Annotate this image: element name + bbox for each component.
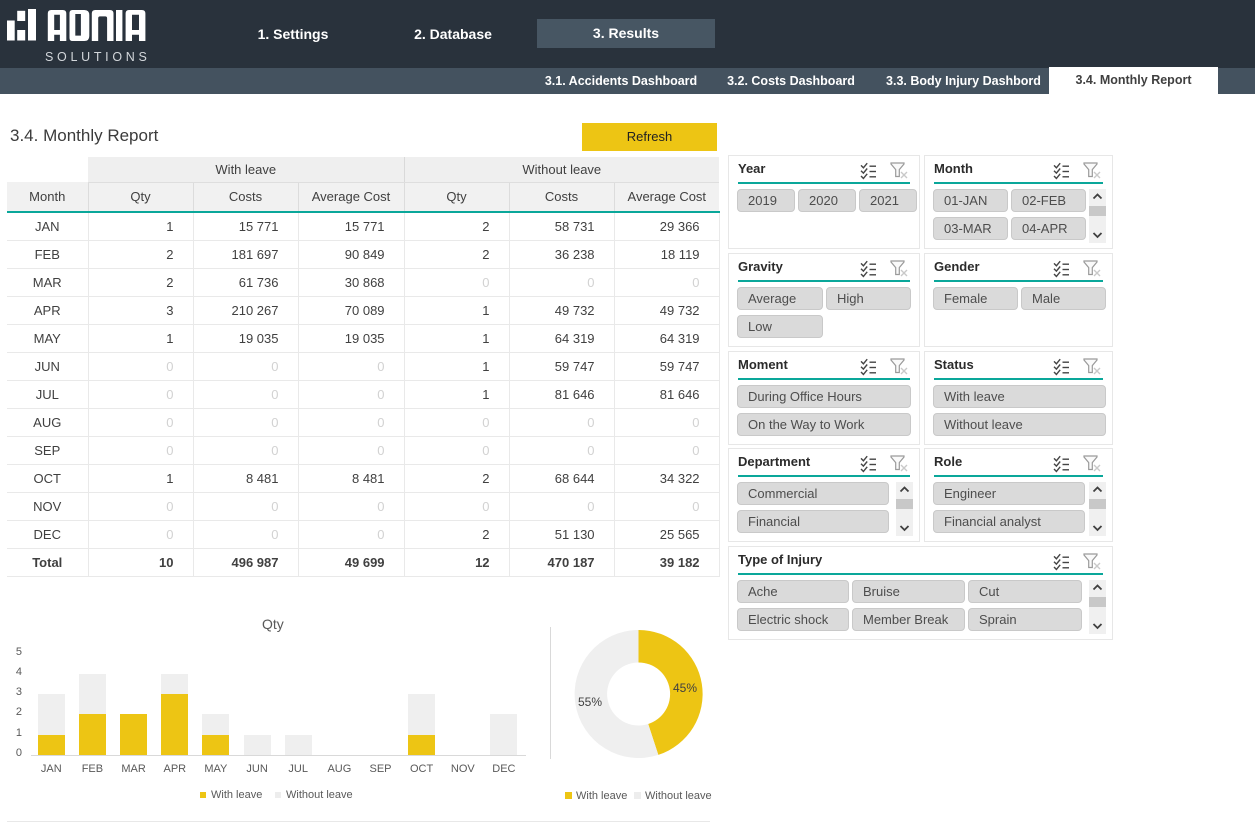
svg-text:45%: 45% (673, 681, 697, 695)
svg-text:SOLUTIONS: SOLUTIONS (45, 50, 151, 64)
svg-text:55%: 55% (578, 695, 602, 709)
